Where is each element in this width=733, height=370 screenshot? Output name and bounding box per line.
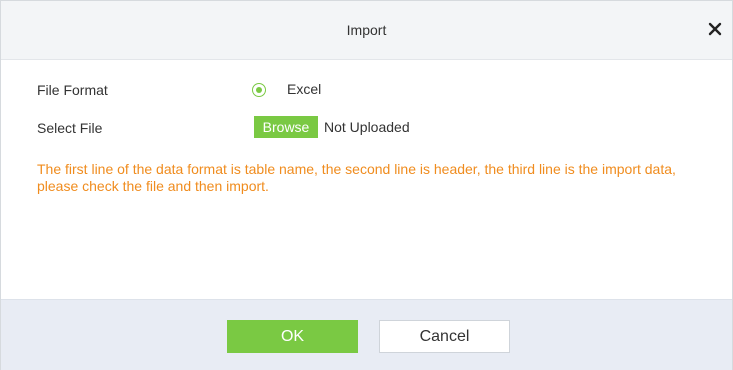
close-icon[interactable] <box>706 20 724 38</box>
browse-button[interactable]: Browse <box>254 116 318 138</box>
upload-status: Not Uploaded <box>324 119 410 135</box>
select-file-label: Select File <box>37 120 103 136</box>
excel-radio[interactable] <box>252 83 266 97</box>
dialog-title: Import <box>346 22 387 38</box>
import-dialog: Import File Format Excel Select File Bro… <box>0 0 733 370</box>
import-hint: The first line of the data format is tab… <box>37 161 676 194</box>
excel-radio-label[interactable]: Excel <box>287 81 321 97</box>
close-icon-glyph <box>708 22 722 36</box>
dialog-titlebar: Import <box>1 1 732 60</box>
dialog-footer: OK Cancel <box>1 299 732 370</box>
ok-button[interactable]: OK <box>227 320 358 353</box>
file-format-label: File Format <box>37 82 108 98</box>
cancel-button[interactable]: Cancel <box>379 320 510 353</box>
